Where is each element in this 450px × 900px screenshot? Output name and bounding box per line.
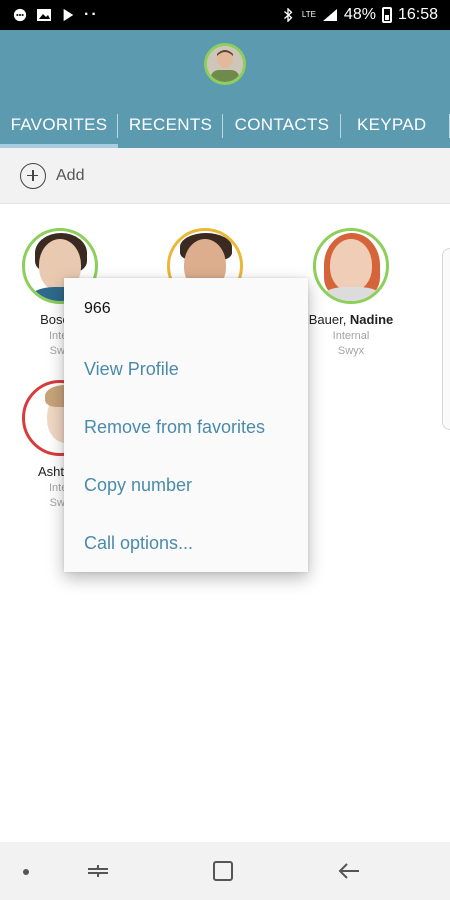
face-shape — [330, 239, 372, 291]
tab-bar: FAVORITES RECENTS CONTACTS KEYPAD — [0, 102, 450, 148]
tab-label: RECENTS — [128, 115, 213, 134]
tab-favorites[interactable]: FAVORITES — [0, 102, 118, 148]
home-icon[interactable] — [213, 861, 233, 881]
signal-icon — [322, 9, 337, 21]
status-bar: ·· LTE 48% 16:58 — [0, 0, 450, 30]
menu-item-copy-number[interactable]: Copy number — [64, 456, 308, 514]
more-notifications-icon: ·· — [84, 6, 99, 23]
user-avatar[interactable] — [204, 43, 246, 85]
tab-label: CONTACTS — [234, 115, 330, 134]
contact-type: Internal — [332, 330, 370, 342]
tab-recents[interactable]: RECENTS — [118, 102, 223, 148]
chat-bubble-icon — [13, 8, 27, 22]
contact-name: Bauer, Nadine — [308, 312, 394, 327]
image-icon — [37, 9, 51, 21]
favorite-contact[interactable]: Bauer, Nadine Internal Swyx — [291, 228, 411, 357]
bluetooth-icon — [283, 8, 293, 22]
status-system: LTE 48% 16:58 — [280, 6, 438, 24]
add-label: Add — [56, 166, 85, 184]
battery-icon — [381, 7, 392, 23]
tab-contacts[interactable]: CONTACTS — [223, 102, 341, 148]
nav-indicator-dot — [23, 869, 29, 875]
contact-source: Swyx — [337, 345, 365, 357]
battery-percent: 48% — [343, 6, 376, 23]
user-photo-icon — [207, 46, 243, 82]
recent-apps-icon[interactable] — [86, 861, 110, 881]
menu-item-remove-favorite[interactable]: Remove from favorites — [64, 398, 308, 456]
shirt-shape — [320, 287, 384, 301]
screen: ·· LTE 48% 16:58 FAVORITES RECENTS CONTA… — [0, 0, 450, 900]
app-header: FAVORITES RECENTS CONTACTS KEYPAD — [0, 30, 450, 148]
back-icon[interactable] — [337, 859, 361, 883]
context-menu: 966 View Profile Remove from favorites C… — [64, 278, 308, 572]
network-type: LTE — [301, 10, 316, 19]
edge-panel-handle[interactable] — [442, 248, 450, 430]
tab-label: KEYPAD — [357, 115, 427, 134]
add-favorite-bar[interactable]: Add — [0, 148, 450, 204]
system-nav-bar — [0, 842, 450, 900]
tab-label: FAVORITES — [10, 115, 108, 134]
contact-avatar — [313, 228, 389, 304]
add-circle-icon — [20, 162, 46, 189]
menu-item-view-profile[interactable]: View Profile — [64, 340, 308, 398]
tab-keypad[interactable]: KEYPAD — [341, 102, 450, 148]
status-notifications: ·· — [12, 6, 99, 24]
menu-item-call-options[interactable]: Call options... — [64, 514, 308, 572]
menu-number: 966 — [84, 300, 111, 317]
play-store-icon — [63, 8, 74, 22]
clock: 16:58 — [397, 6, 438, 23]
